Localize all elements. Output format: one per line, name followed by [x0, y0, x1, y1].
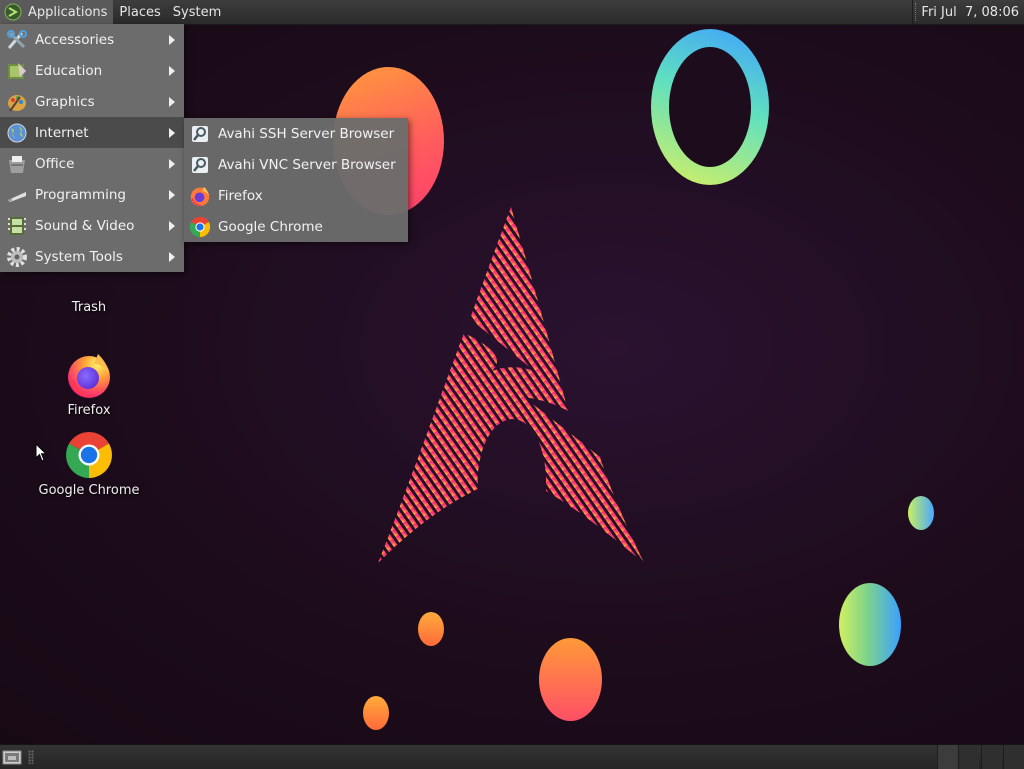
- places-menu-label: Places: [119, 4, 161, 20]
- chrome-icon: [66, 432, 112, 478]
- menu-item-system-tools[interactable]: System Tools: [0, 241, 184, 272]
- menu-item-label: Accessories: [35, 31, 115, 48]
- programming-icon: [6, 184, 28, 206]
- bottom-panel: [0, 744, 1024, 769]
- submenu-item-label: Firefox: [218, 187, 263, 204]
- submenu-arrow-icon: [169, 159, 175, 169]
- submenu-arrow-icon: [169, 97, 175, 107]
- submenu-item-firefox[interactable]: Firefox: [184, 180, 408, 211]
- applications-logo-icon: [4, 3, 22, 21]
- menu-item-label: Sound & Video: [35, 217, 135, 234]
- sound-video-icon: [6, 215, 28, 237]
- desktop-icon-trash[interactable]: Trash: [60, 300, 118, 315]
- menu-item-graphics[interactable]: Graphics: [0, 86, 184, 117]
- system-menu-button[interactable]: System: [167, 0, 227, 24]
- desktop-icon-label: Firefox: [67, 403, 111, 418]
- submenu-item-google-chrome[interactable]: Google Chrome: [184, 211, 408, 242]
- office-icon: [6, 153, 28, 175]
- workspace-1-button[interactable]: [937, 745, 958, 769]
- submenu-item-label: Avahi SSH Server Browser: [218, 125, 395, 142]
- submenu-arrow-icon: [169, 66, 175, 76]
- internet-globe-icon: [6, 122, 28, 144]
- submenu-item-avahi-ssh[interactable]: Avahi SSH Server Browser: [184, 118, 408, 149]
- firefox-icon: [68, 354, 110, 398]
- internet-submenu: Avahi SSH Server Browser Avahi VNC Serve…: [184, 118, 408, 242]
- menu-item-internet[interactable]: Internet: [0, 117, 184, 148]
- menu-item-label: Graphics: [35, 93, 95, 110]
- desktop-icon-label: Trash: [71, 300, 107, 315]
- submenu-item-avahi-vnc[interactable]: Avahi VNC Server Browser: [184, 149, 408, 180]
- chrome-icon: [189, 216, 211, 238]
- workspace-3-button[interactable]: [981, 745, 1002, 769]
- system-menu-label: System: [172, 4, 222, 20]
- arch-linux-logo-icon: [378, 207, 644, 563]
- graphics-icon: [6, 91, 28, 113]
- mouse-cursor-icon: [35, 443, 48, 462]
- submenu-arrow-icon: [169, 252, 175, 262]
- menu-item-sound-video[interactable]: Sound & Video: [0, 210, 184, 241]
- menu-item-label: Education: [35, 62, 103, 79]
- workspace-4-button[interactable]: [1003, 745, 1024, 769]
- clock[interactable]: Fri Jul 7, 08:06: [912, 0, 1024, 24]
- menu-item-label: Programming: [35, 186, 126, 203]
- menu-item-accessories[interactable]: Accessories: [0, 24, 184, 55]
- menu-item-label: Internet: [35, 124, 89, 141]
- submenu-arrow-icon: [169, 221, 175, 231]
- applications-menu: Accessories Education Graphics Internet …: [0, 24, 184, 272]
- submenu-item-label: Avahi VNC Server Browser: [218, 156, 396, 173]
- submenu-arrow-icon: [169, 128, 175, 138]
- submenu-arrow-icon: [169, 35, 175, 45]
- education-icon: [6, 60, 28, 82]
- system-tools-gear-icon: [6, 246, 28, 268]
- wallpaper-gradient-ring: [651, 29, 769, 185]
- desktop-icon-firefox[interactable]: Firefox: [48, 350, 130, 418]
- top-panel: Applications Places System Fri Jul 7, 08…: [0, 0, 1024, 25]
- applications-menu-button[interactable]: Applications: [0, 0, 114, 24]
- menu-item-office[interactable]: Office: [0, 148, 184, 179]
- avahi-ssh-icon: [189, 123, 211, 145]
- clock-label: Fri Jul 7, 08:06: [921, 4, 1019, 20]
- accessories-icon: [6, 29, 28, 51]
- menu-item-label: Office: [35, 155, 75, 172]
- wallpaper-small-orange-circle: [363, 696, 389, 730]
- desktop-icon-google-chrome[interactable]: Google Chrome: [36, 430, 142, 498]
- submenu-item-label: Google Chrome: [218, 218, 323, 235]
- firefox-icon: [189, 185, 211, 207]
- wallpaper-small-orange-circle: [418, 612, 444, 646]
- menu-item-programming[interactable]: Programming: [0, 179, 184, 210]
- wallpaper-green-blue-circle: [839, 583, 901, 666]
- submenu-arrow-icon: [169, 190, 175, 200]
- menu-item-label: System Tools: [35, 248, 123, 265]
- wallpaper-orange-oval: [539, 638, 602, 721]
- panel-drag-handle[interactable]: [28, 750, 34, 764]
- avahi-vnc-icon: [189, 154, 211, 176]
- menu-item-education[interactable]: Education: [0, 55, 184, 86]
- workspace-2-button[interactable]: [958, 745, 979, 769]
- wallpaper-small-green-circle: [908, 496, 934, 530]
- places-menu-button[interactable]: Places: [113, 0, 166, 24]
- show-desktop-icon[interactable]: [2, 748, 22, 766]
- applications-menu-label: Applications: [28, 4, 108, 20]
- desktop-icon-label: Google Chrome: [38, 483, 140, 498]
